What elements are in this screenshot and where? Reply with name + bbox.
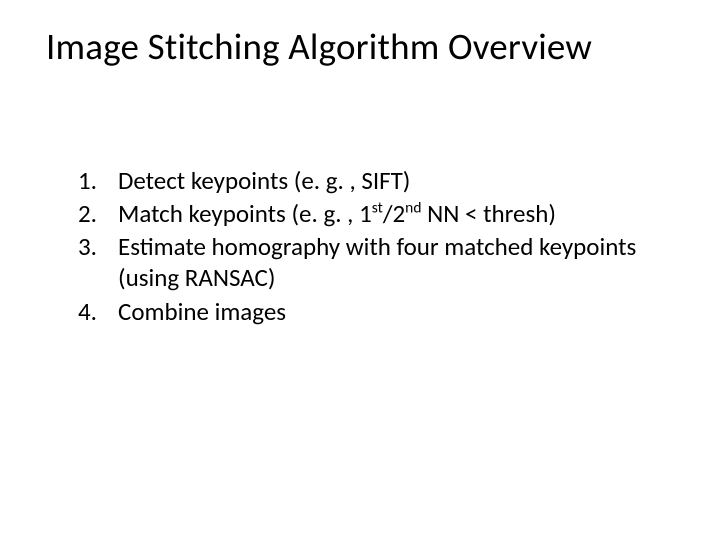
list-item: 3. Estimate homography with four matched… xyxy=(78,231,670,294)
item-number: 3. xyxy=(78,231,97,262)
item-text: Detect keypoints (e. g. , SIFT) xyxy=(118,165,410,196)
slide: Image Stitching Algorithm Overview 1. De… xyxy=(0,0,720,540)
slide-title: Image Stitching Algorithm Overview xyxy=(46,26,680,69)
ordinal-superscript: st xyxy=(372,198,383,217)
item-number: 2. xyxy=(78,198,97,229)
list-item: 1. Detect keypoints (e. g. , SIFT) xyxy=(78,165,670,196)
item-number: 4. xyxy=(78,296,97,327)
ordinal-superscript: nd xyxy=(405,198,421,217)
algorithm-steps-list: 1. Detect keypoints (e. g. , SIFT) 2. Ma… xyxy=(46,165,680,327)
item-text: Combine images xyxy=(118,296,286,327)
text-fragment: /2 xyxy=(383,198,405,229)
text-fragment: NN < thresh) xyxy=(421,198,556,229)
list-item: 4. Combine images xyxy=(78,296,670,327)
list-item: 2. Match keypoints (e. g. , 1st/2nd NN <… xyxy=(78,198,670,229)
item-text: Match keypoints (e. g. , 1st/2nd NN < th… xyxy=(118,198,556,229)
item-number: 1. xyxy=(78,165,97,196)
item-text: Estimate homography with four matched ke… xyxy=(118,231,636,293)
text-fragment: Match keypoints (e. g. , 1 xyxy=(118,198,372,229)
